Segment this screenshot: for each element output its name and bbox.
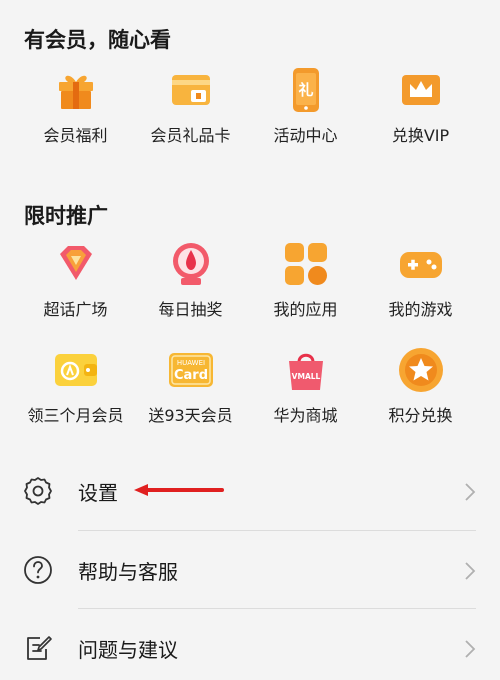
promo-item-label: 领三个月会员	[27, 406, 124, 425]
lottery-icon	[172, 243, 209, 285]
crown-icon	[401, 75, 440, 105]
member-section-title: 有会员，随心看	[24, 28, 171, 52]
promo-item-label: 每日抽奖	[158, 300, 223, 319]
promo-item-points[interactable]: 积分兑换	[363, 346, 478, 446]
promo-item-label: 华为商城	[273, 406, 338, 425]
annotation-arrow	[134, 484, 224, 496]
wallet-icon	[54, 354, 97, 386]
member-item-vip[interactable]: 兑换VIP	[363, 66, 478, 166]
promo-item-apps[interactable]: 我的应用	[248, 240, 363, 340]
vmall-bag-icon: VMALL	[288, 353, 323, 390]
menu-row-settings[interactable]: 设置	[0, 452, 500, 530]
star-coin-icon	[398, 348, 443, 392]
apps-icon	[284, 243, 327, 285]
chevron-right-icon	[465, 562, 476, 580]
member-item-benefits[interactable]: 会员福利	[18, 66, 133, 166]
svg-text:礼: 礼	[298, 81, 313, 99]
promo-item-label: 我的应用	[273, 300, 338, 319]
promo-item-topics[interactable]: 超话广场	[18, 240, 133, 340]
gift-card-icon	[171, 75, 210, 105]
chevron-right-icon	[465, 483, 476, 501]
huawei-card-icon: HUAWEI Card	[168, 353, 213, 387]
promo-section-title: 限时推广	[24, 204, 108, 228]
menu-row-help[interactable]: 帮助与客服	[0, 531, 500, 609]
promo-item-lottery[interactable]: 每日抽奖	[133, 240, 248, 340]
svg-text:Card: Card	[173, 368, 207, 383]
gamepad-icon	[399, 252, 442, 278]
menu-label: 问题与建议	[78, 638, 178, 662]
promo-item-three-months[interactable]: 领三个月会员	[18, 346, 133, 446]
promo-item-label: 送93天会员	[148, 406, 233, 425]
member-item-label: 会员福利	[43, 126, 108, 145]
promo-item-label: 超话广场	[43, 300, 108, 319]
promo-item-label: 积分兑换	[388, 406, 453, 425]
member-item-label: 会员礼品卡	[150, 126, 231, 145]
member-item-gift-card[interactable]: 会员礼品卡	[133, 66, 248, 166]
gear-icon	[24, 477, 52, 505]
svg-text:HUAWEI: HUAWEI	[176, 359, 204, 367]
help-icon	[24, 556, 52, 584]
member-item-label: 兑换VIP	[391, 126, 450, 145]
feedback-icon	[27, 636, 52, 660]
member-item-activity[interactable]: 礼 活动中心	[248, 66, 363, 166]
menu-label: 帮助与客服	[78, 560, 178, 584]
promo-item-93-days[interactable]: HUAWEI Card 送93天会员	[133, 346, 248, 446]
promo-item-games[interactable]: 我的游戏	[363, 240, 478, 340]
chevron-right-icon	[465, 640, 476, 658]
diamond-icon	[59, 246, 92, 280]
svg-text:VMALL: VMALL	[291, 372, 320, 381]
menu-label: 设置	[78, 481, 118, 505]
menu-row-feedback[interactable]: 问题与建议	[0, 609, 500, 680]
event-phone-icon: 礼	[292, 68, 319, 112]
promo-item-vmall[interactable]: VMALL 华为商城	[248, 346, 363, 446]
gift-icon	[58, 75, 93, 109]
member-item-label: 活动中心	[273, 126, 338, 145]
promo-item-label: 我的游戏	[388, 300, 453, 319]
